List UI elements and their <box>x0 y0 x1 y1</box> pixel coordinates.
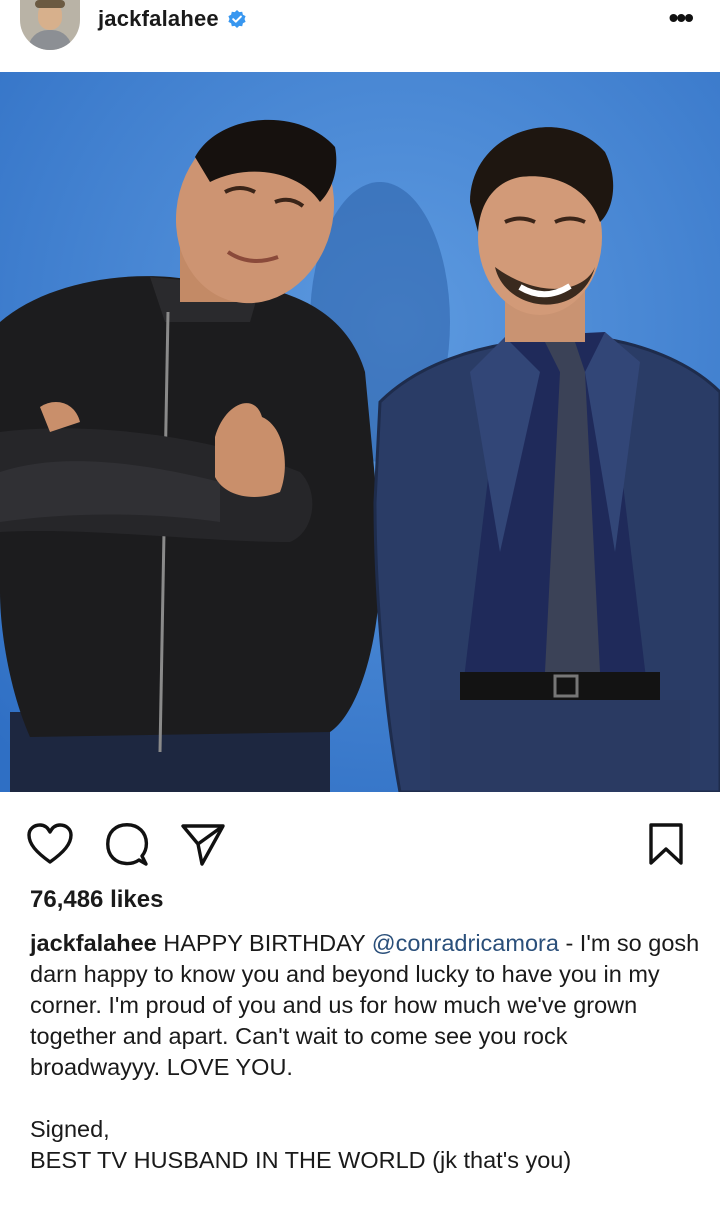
caption-body: jackfalahee HAPPY BIRTHDAY @conradricamo… <box>30 928 700 1083</box>
bookmark-icon[interactable] <box>648 822 684 866</box>
post-photo-illustration <box>0 72 720 792</box>
caption-mention[interactable]: @conradricamora <box>372 930 559 956</box>
post-username[interactable]: jackfalahee <box>98 6 219 32</box>
post-caption: jackfalahee HAPPY BIRTHDAY @conradricamo… <box>30 928 700 1176</box>
username-group: jackfalahee <box>98 6 247 32</box>
share-icon[interactable] <box>180 822 226 868</box>
avatar-body-shape <box>28 30 72 50</box>
more-dots-icon[interactable]: ••• <box>669 2 694 34</box>
user-avatar[interactable] <box>20 0 80 50</box>
likes-count[interactable]: 76,486 likes <box>30 886 163 914</box>
caption-username[interactable]: jackfalahee <box>30 930 157 956</box>
post-actions-bar <box>0 792 720 882</box>
comment-icon[interactable] <box>104 822 150 868</box>
post-photo[interactable] <box>0 72 720 792</box>
heart-icon[interactable] <box>26 822 74 866</box>
post-header: jackfalahee ••• <box>0 0 720 72</box>
verified-badge-icon <box>228 10 246 28</box>
caption-lead: HAPPY BIRTHDAY <box>163 930 366 956</box>
avatar-hat-shape <box>35 0 65 8</box>
caption-signature: BEST TV HUSBAND IN THE WORLD (jk that's … <box>30 1147 572 1173</box>
caption-signed-line: Signed, <box>30 1116 110 1142</box>
